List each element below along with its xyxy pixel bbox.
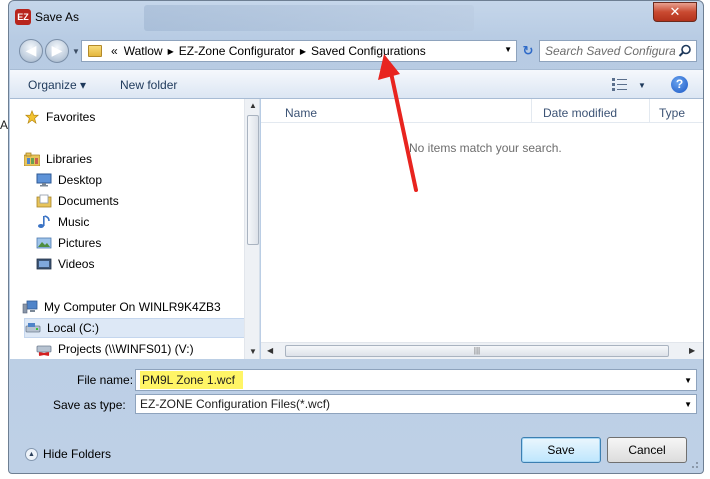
save-type-select[interactable]: EZ-ZONE Configuration Files(*.wcf) ▼: [135, 394, 697, 414]
hide-folders-button[interactable]: ▲ Hide Folders: [25, 447, 111, 461]
scroll-down-icon[interactable]: ▼: [249, 347, 257, 356]
breadcrumb-chevron-icon[interactable]: ▶: [298, 47, 308, 56]
search-icon[interactable]: [678, 44, 692, 58]
nav-item-label: Projects (\\WINFS01) (V:): [58, 342, 194, 356]
save-type-row: Save as type: EZ-ZONE Configuration File…: [9, 394, 703, 416]
window-title: Save As: [35, 10, 80, 24]
scrollbar-thumb[interactable]: |||: [285, 345, 669, 357]
annotation-arrow: [378, 54, 418, 192]
nav-item-local-drive[interactable]: Local (C:): [24, 318, 256, 338]
desktop-icon: [36, 173, 52, 187]
resize-grip-icon[interactable]: [689, 459, 699, 469]
nav-item-videos[interactable]: Videos: [36, 254, 259, 274]
title-bar[interactable]: EZ Save As ✕: [9, 1, 703, 33]
nav-item-libraries[interactable]: Libraries: [24, 149, 256, 169]
breadcrumb-overflow[interactable]: «: [108, 44, 121, 58]
column-header-type[interactable]: Type: [659, 106, 685, 120]
nav-pane-scrollbar[interactable]: ▲ ▼: [244, 99, 259, 359]
file-name-field[interactable]: PM9L Zone 1.wcf ▼: [135, 369, 697, 391]
save-type-label: Save as type:: [53, 398, 126, 412]
command-bar: Organize ▾ New folder ▼ ?: [10, 69, 703, 99]
nav-item-favorites[interactable]: Favorites: [24, 107, 256, 127]
scrollbar-thumb[interactable]: [247, 115, 259, 245]
recent-pages-dropdown[interactable]: ▼: [72, 47, 80, 56]
music-icon: [38, 215, 50, 228]
search-input[interactable]: [545, 44, 675, 58]
collapse-icon: ▲: [25, 447, 38, 461]
breadcrumb-item[interactable]: Watlow: [121, 44, 166, 58]
organize-button[interactable]: Organize ▾: [28, 78, 86, 92]
back-button[interactable]: ◀: [19, 39, 43, 63]
close-button[interactable]: ✕: [653, 2, 697, 22]
nav-item-pictures[interactable]: Pictures: [36, 233, 259, 253]
column-divider[interactable]: [649, 99, 650, 123]
nav-item-desktop[interactable]: Desktop: [36, 170, 259, 190]
column-headers: Name Date modified Type: [261, 99, 703, 123]
column-divider[interactable]: [531, 99, 532, 123]
network-drive-icon: [36, 345, 52, 356]
nav-item-label: Libraries: [46, 152, 93, 166]
nav-item-music[interactable]: Music: [36, 212, 259, 232]
address-dropdown[interactable]: ▼: [504, 45, 512, 54]
nav-item-label: Local (C:): [47, 321, 100, 335]
nav-item-network-drive[interactable]: Projects (\\WINFS01) (V:): [36, 339, 259, 359]
scroll-left-icon[interactable]: ◀: [267, 346, 273, 355]
address-bar[interactable]: « Watlow ▶ EZ-Zone Configurator ▶ Saved …: [81, 40, 517, 62]
computer-icon: [22, 300, 38, 314]
hide-folders-label: Hide Folders: [43, 447, 112, 461]
save-as-dialog: EZ Save As ✕ ◀ ▶ ▼ « Watlow ▶ EZ-Zone Co…: [8, 0, 704, 474]
chevron-down-icon[interactable]: ▼: [684, 376, 692, 385]
save-button[interactable]: Save: [521, 437, 601, 463]
file-list-scrollbar[interactable]: ◀ ||| ▶: [261, 342, 703, 359]
breadcrumb-item[interactable]: EZ-Zone Configurator: [176, 44, 298, 58]
drive-icon: [25, 323, 41, 333]
cancel-button[interactable]: Cancel: [607, 437, 687, 463]
file-name-value: PM9L Zone 1.wcf: [140, 371, 243, 389]
nav-item-label: My Computer On WINLR9K4ZB3: [44, 300, 221, 314]
pictures-icon: [36, 237, 52, 249]
nav-item-label: Videos: [58, 257, 95, 271]
column-header-name[interactable]: Name: [285, 106, 317, 120]
navigation-pane: Favorites Libraries Desktop Documents Mu…: [10, 99, 260, 359]
file-name-label: File name:: [77, 373, 134, 387]
search-box: [539, 40, 697, 62]
scroll-up-icon[interactable]: ▲: [249, 101, 257, 110]
column-header-date-modified[interactable]: Date modified: [543, 106, 617, 120]
videos-icon: [36, 258, 52, 270]
documents-icon: [36, 194, 52, 208]
file-name-row: File name: PM9L Zone 1.wcf ▼: [9, 369, 703, 391]
nav-item-label: Favorites: [46, 110, 96, 124]
help-icon[interactable]: ?: [671, 76, 688, 93]
nav-item-label: Desktop: [58, 173, 103, 187]
background-window-ghost: [144, 5, 474, 31]
file-list-pane: Name Date modified Type No items match y…: [261, 99, 703, 359]
new-folder-button[interactable]: New folder: [120, 78, 177, 92]
folder-icon: [88, 45, 102, 57]
view-options-icon[interactable]: [612, 78, 628, 91]
nav-item-label: Music: [58, 215, 90, 229]
address-row: ◀ ▶ ▼ « Watlow ▶ EZ-Zone Configurator ▶ …: [9, 37, 703, 65]
refresh-icon[interactable]: ↻: [519, 43, 537, 59]
nav-item-computer[interactable]: My Computer On WINLR9K4ZB3: [22, 297, 254, 317]
view-dropdown-icon[interactable]: ▼: [638, 81, 646, 90]
save-type-value: EZ-ZONE Configuration Files(*.wcf): [140, 397, 331, 411]
star-icon: [24, 110, 40, 124]
forward-button[interactable]: ▶: [45, 39, 69, 63]
breadcrumb-chevron-icon[interactable]: ▶: [166, 47, 176, 56]
nav-item-label: Documents: [58, 194, 119, 208]
chevron-down-icon[interactable]: ▼: [684, 400, 692, 409]
app-icon: EZ: [15, 9, 31, 25]
scroll-right-icon[interactable]: ▶: [689, 346, 695, 355]
nav-item-label: Pictures: [58, 236, 102, 250]
libraries-icon: [24, 152, 40, 166]
background-fragment: A: [0, 118, 9, 132]
nav-item-documents[interactable]: Documents: [36, 191, 259, 211]
